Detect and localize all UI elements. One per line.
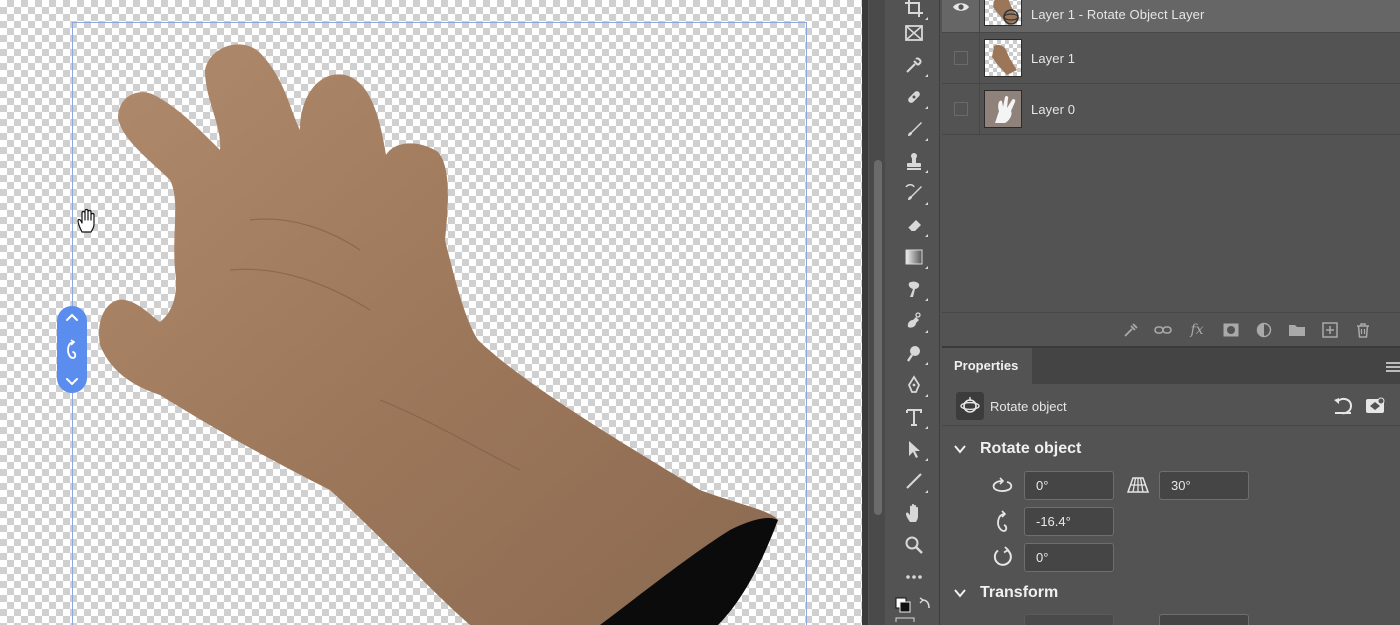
layers-footer: fx [942,312,1400,346]
rotate-x-icon [990,474,1016,498]
path-selection-icon[interactable] [900,435,928,463]
tab-properties[interactable]: Properties [942,348,1032,384]
scrollbar-thumb[interactable] [874,160,882,515]
canvas-edge [862,0,868,625]
mask-icon[interactable] [1222,321,1240,339]
dodge-icon[interactable] [900,307,928,335]
panel-menu-icon[interactable] [1386,362,1400,372]
field-of-view-field[interactable]: 30° [1159,471,1249,500]
object-label: Rotate object [990,399,1067,414]
layer-name[interactable]: Layer 0 [1031,102,1075,117]
fx-icon[interactable]: fx [1188,321,1206,339]
new-layer-icon[interactable] [1321,321,1339,339]
line-icon[interactable] [900,467,928,495]
eyedropper-icon[interactable] [900,51,928,79]
layer-name[interactable]: Layer 1 [1031,51,1075,66]
tools-panel [888,0,940,625]
rotate-x-field[interactable]: 0° [1024,471,1114,500]
layer-thumbnail[interactable] [984,39,1022,77]
visibility-box[interactable] [953,102,968,116]
eraser-icon[interactable] [900,211,928,239]
properties-tabbar: Properties [942,348,1400,384]
smudge-icon[interactable] [900,275,928,303]
rotate-z-icon [990,545,1016,569]
transform-height-field[interactable] [1159,614,1249,625]
brush-clean-icon[interactable] [1122,321,1140,339]
visibility-toggle[interactable] [942,0,980,33]
field-of-view-icon [1125,473,1151,497]
transform-width-field[interactable] [1024,614,1114,625]
layer-row[interactable]: Layer 0 [942,83,1400,135]
link-icon[interactable] [1154,321,1172,339]
chevron-down-icon[interactable] [65,377,79,387]
history-brush-icon[interactable] [900,179,928,207]
properties-header: Rotate object [942,386,1400,426]
trash-icon[interactable] [1354,321,1372,339]
visibility-toggle[interactable] [942,83,980,135]
rotate-object-title: Rotate object [980,440,1082,457]
chevron-down-icon[interactable] [954,443,966,455]
hand-cursor-icon [76,208,98,234]
pen-icon[interactable] [900,371,928,399]
rotate-y-icon [990,510,1016,534]
zoom-icon[interactable] [900,531,928,559]
reset-rotation-icon[interactable] [1332,396,1354,416]
layers-panel: Layer 1 - Rotate Object Layer Layer 1 La… [942,0,1400,346]
convert-layer-icon[interactable] [1364,396,1386,416]
hand-artwork[interactable] [0,0,862,625]
rotate-y-icon[interactable] [65,338,79,361]
layer-thumbnail[interactable] [984,0,1022,26]
eye-icon[interactable] [952,1,970,13]
rotation-widget[interactable] [57,306,87,393]
layer-thumbnail[interactable] [984,90,1022,128]
transform-title: Transform [980,584,1059,601]
rotate-y-field[interactable]: -16.4° [1024,507,1114,536]
gradient-icon[interactable] [900,243,928,271]
swap-colors-icon [919,597,930,609]
properties-panel: Properties Rotate object Rotate object 0… [942,346,1400,625]
rotate-object-badge-icon [956,392,984,420]
transform-section-header[interactable]: Transform [954,584,1058,602]
healing-brush-icon[interactable] [900,83,928,111]
visibility-toggle[interactable] [942,32,980,84]
layer-row[interactable]: Layer 1 [942,32,1400,84]
hand-icon[interactable] [900,499,928,527]
brush-icon[interactable] [900,115,928,143]
more-tools-icon[interactable] [900,563,928,591]
layer-row[interactable]: Layer 1 - Rotate Object Layer [942,0,1400,33]
color-swatches[interactable] [892,594,936,622]
adjustment-icon[interactable] [1255,321,1273,339]
type-icon[interactable] [900,403,928,431]
frame-icon[interactable] [900,19,928,47]
visibility-box[interactable] [953,51,968,65]
rotate-z-field[interactable]: 0° [1024,543,1114,572]
burn-icon[interactable] [900,339,928,367]
rotate-object-section-header[interactable]: Rotate object [954,440,1081,458]
stamp-icon[interactable] [900,147,928,175]
layer-name[interactable]: Layer 1 - Rotate Object Layer [1031,7,1204,22]
folder-icon[interactable] [1288,321,1306,339]
chevron-down-icon[interactable] [954,587,966,599]
chevron-up-icon[interactable] [65,312,79,322]
document-canvas[interactable] [0,0,862,625]
